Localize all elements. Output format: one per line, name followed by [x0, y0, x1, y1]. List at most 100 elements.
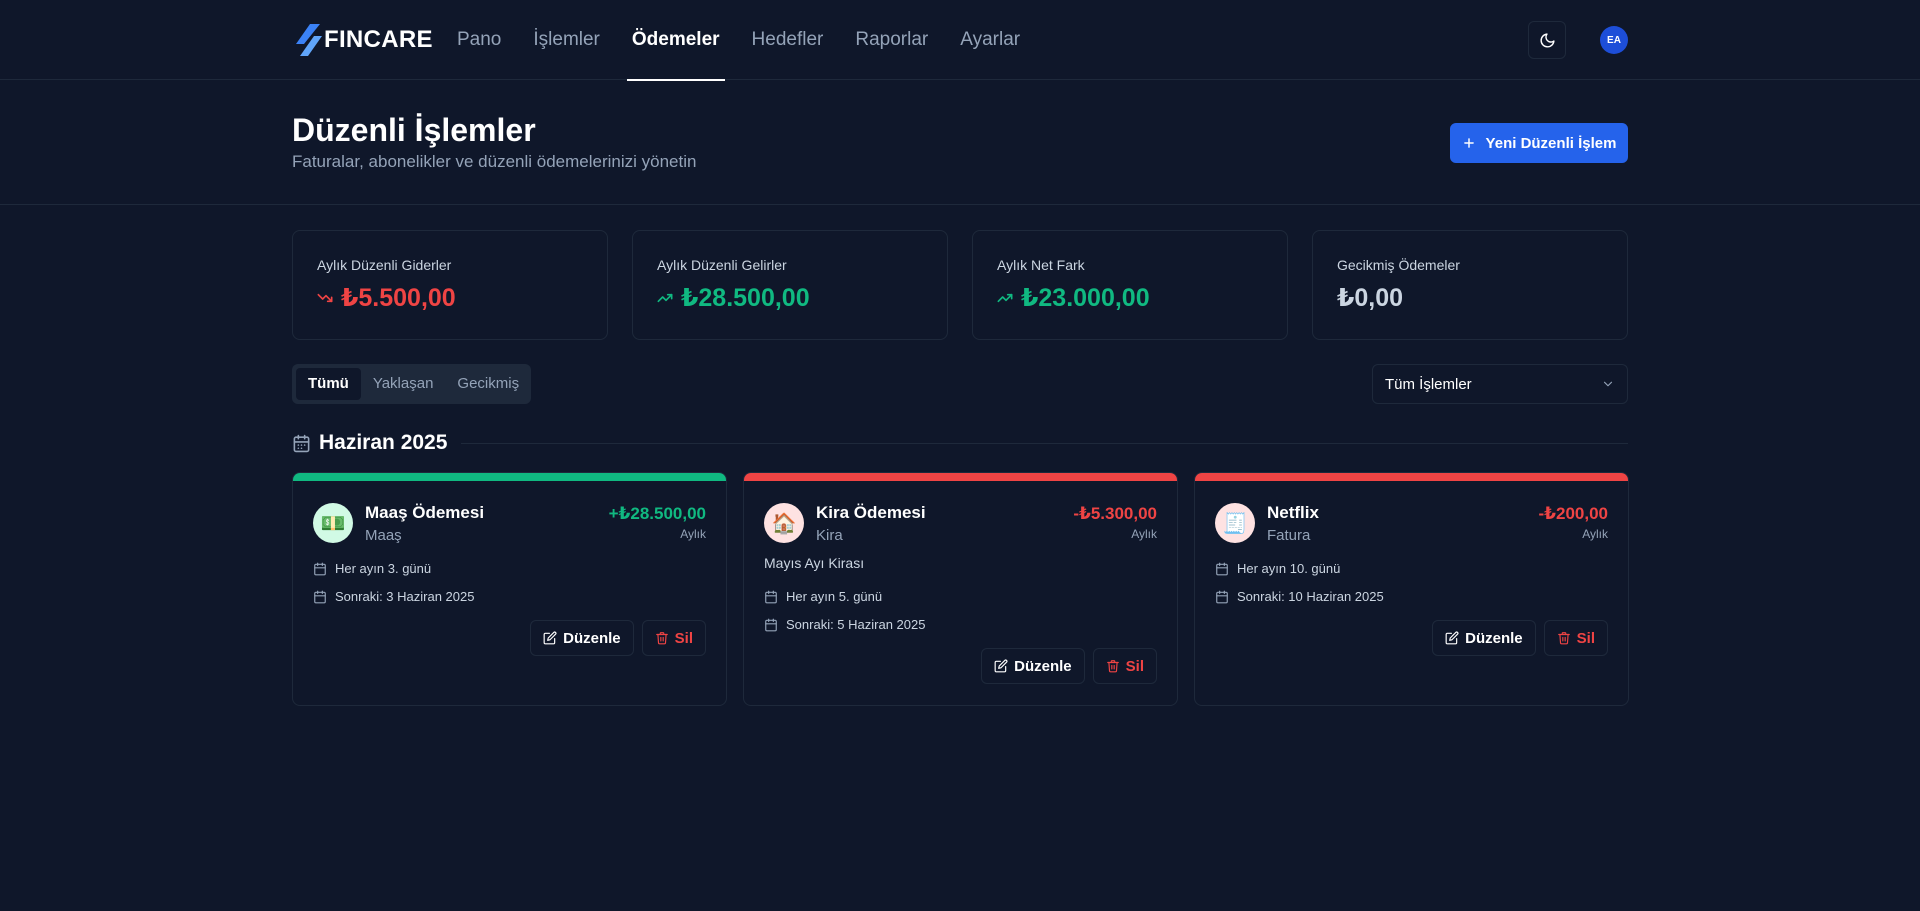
card-accent-bar: [1195, 473, 1628, 481]
card-frequency: Aylık: [1582, 527, 1608, 541]
plus-icon: [1463, 138, 1474, 148]
edit-button[interactable]: Düzenle: [1432, 620, 1536, 656]
edit-label: Düzenle: [1014, 657, 1072, 675]
stat-amount: ₺28.500,00: [681, 284, 810, 312]
card-accent-bar: [293, 473, 726, 481]
nav-link-pano[interactable]: Pano: [452, 0, 506, 80]
stat-label: Aylık Düzenli Giderler: [317, 257, 452, 273]
card-frequency: Aylık: [1131, 527, 1157, 541]
card-actions: Düzenle Sil: [981, 648, 1157, 684]
month-title: Haziran 2025: [319, 431, 448, 454]
card-category: Fatura: [1267, 527, 1311, 544]
month-divider: [461, 442, 1628, 444]
card-category: Maaş: [365, 527, 402, 544]
delete-button[interactable]: Sil: [1543, 620, 1608, 656]
stat-amount: ₺23.000,00: [1021, 284, 1150, 312]
new-recurring-label: Yeni Düzenli İşlem: [1485, 134, 1617, 152]
stat-label: Aylık Düzenli Gelirler: [657, 257, 787, 273]
calendar-icon: [1216, 590, 1228, 603]
new-recurring-button[interactable]: Yeni Düzenli İşlem: [1450, 123, 1628, 163]
calendar-icon: [314, 590, 326, 603]
stat-value: ₺5.500,00: [317, 283, 583, 313]
card-category: Kira: [816, 527, 843, 544]
stat-value: ₺23.000,00: [997, 283, 1263, 313]
stat-card-overdue: Gecikmiş Ödemeler ₺0,00: [1312, 230, 1628, 340]
filter-tabs: Tümü Yaklaşan Gecikmiş: [292, 364, 531, 404]
brand-logo[interactable]: FINCARE: [296, 22, 433, 58]
card-next-text: Sonraki: 10 Haziran 2025: [1237, 589, 1384, 604]
month-section-header: Haziran 2025: [292, 428, 1628, 458]
stat-label: Gecikmiş Ödemeler: [1337, 257, 1460, 273]
logo-mark-icon: [296, 24, 322, 56]
tab-upcoming[interactable]: Yaklaşan: [361, 368, 446, 400]
card-amount: -₺200,00: [1538, 504, 1609, 523]
receipt-icon: 🧾: [1215, 503, 1255, 543]
nav-link-raporlar[interactable]: Raporlar: [850, 0, 933, 80]
card-next-date: Sonraki: 10 Haziran 2025: [1215, 589, 1384, 604]
nav-link-odemeler[interactable]: Ödemeler: [626, 0, 725, 81]
tab-all[interactable]: Tümü: [296, 368, 361, 400]
recurring-card-salary: 💵 Maaş Ödemesi Maaş +₺28.500,00 Aylık He…: [292, 472, 727, 706]
stat-amount: ₺0,00: [1337, 284, 1404, 312]
stats-row: Aylık Düzenli Giderler ₺5.500,00 Aylık D…: [292, 230, 1628, 340]
theme-toggle-button[interactable]: [1528, 21, 1566, 59]
tab-overdue[interactable]: Gecikmiş: [445, 368, 531, 400]
delete-label: Sil: [1576, 629, 1595, 647]
card-frequency: Aylık: [680, 527, 706, 541]
trash-icon: [1557, 632, 1570, 645]
card-next-date: Sonraki: 5 Haziran 2025: [764, 617, 925, 632]
nav-link-islemler[interactable]: İşlemler: [528, 0, 605, 80]
card-title: Netflix: [1267, 503, 1319, 522]
stat-value: ₺28.500,00: [657, 283, 923, 313]
card-next-date: Sonraki: 3 Haziran 2025: [313, 589, 474, 604]
edit-icon: [1445, 631, 1459, 645]
edit-icon: [543, 631, 557, 645]
house-icon: 🏠: [764, 503, 804, 543]
stat-card-expenses: Aylık Düzenli Giderler ₺5.500,00: [292, 230, 608, 340]
card-schedule-text: Her ayın 3. günü: [335, 561, 432, 576]
edit-button[interactable]: Düzenle: [530, 620, 634, 656]
page-title: Düzenli İşlemler: [292, 112, 536, 148]
trending-up-icon: [997, 293, 1013, 303]
nav-link-hedefler[interactable]: Hedefler: [747, 0, 829, 80]
select-value: Tüm İşlemler: [1385, 375, 1472, 393]
delete-button[interactable]: Sil: [641, 620, 706, 656]
transaction-type-select[interactable]: Tüm İşlemler: [1372, 364, 1628, 404]
recurring-card-netflix: 🧾 Netflix Fatura -₺200,00 Aylık Her ayın…: [1194, 472, 1629, 706]
card-accent-bar: [744, 473, 1177, 481]
calendar-icon: [1216, 562, 1228, 575]
recurring-cards: 💵 Maaş Ödemesi Maaş +₺28.500,00 Aylık He…: [292, 472, 1629, 706]
page-header: Düzenli İşlemler Faturalar, abonelikler …: [0, 80, 1920, 205]
card-next-text: Sonraki: 3 Haziran 2025: [335, 589, 475, 604]
brand-name: FINCARE: [324, 26, 433, 53]
top-navbar: FINCARE Pano İşlemler Ödemeler Hedefler …: [0, 0, 1920, 81]
moon-icon: [1540, 32, 1555, 47]
card-schedule: Her ayın 3. günü: [313, 561, 431, 576]
calendar-icon: [293, 434, 310, 452]
nav-link-ayarlar[interactable]: Ayarlar: [955, 0, 1025, 80]
stat-label: Aylık Net Fark: [997, 257, 1085, 273]
recurring-card-rent: 🏠 Kira Ödemesi Kira -₺5.300,00 Aylık May…: [743, 472, 1178, 706]
main-nav: Pano İşlemler Ödemeler Hedefler Raporlar…: [452, 0, 1047, 81]
card-actions: Düzenle Sil: [530, 620, 706, 656]
trending-up-icon: [657, 293, 673, 303]
edit-label: Düzenle: [563, 629, 621, 647]
delete-button[interactable]: Sil: [1092, 648, 1157, 684]
card-schedule: Her ayın 5. günü: [764, 589, 882, 604]
card-title: Kira Ödemesi: [816, 503, 926, 522]
trash-icon: [1106, 660, 1119, 673]
card-actions: Düzenle Sil: [1432, 620, 1608, 656]
edit-button[interactable]: Düzenle: [981, 648, 1085, 684]
card-amount: -₺5.300,00: [1073, 504, 1157, 523]
page-subtitle: Faturalar, abonelikler ve düzenli ödemel…: [292, 152, 697, 171]
money-icon: 💵: [313, 503, 353, 543]
card-amount: +₺28.500,00: [608, 504, 706, 523]
edit-icon: [994, 659, 1008, 673]
calendar-icon: [314, 562, 326, 575]
chevron-down-icon: [1603, 381, 1613, 387]
delete-label: Sil: [674, 629, 693, 647]
user-avatar[interactable]: EA: [1600, 26, 1628, 54]
card-schedule-text: Her ayın 5. günü: [786, 589, 883, 604]
card-next-text: Sonraki: 5 Haziran 2025: [786, 617, 926, 632]
card-schedule-text: Her ayın 10. günü: [1237, 561, 1341, 576]
